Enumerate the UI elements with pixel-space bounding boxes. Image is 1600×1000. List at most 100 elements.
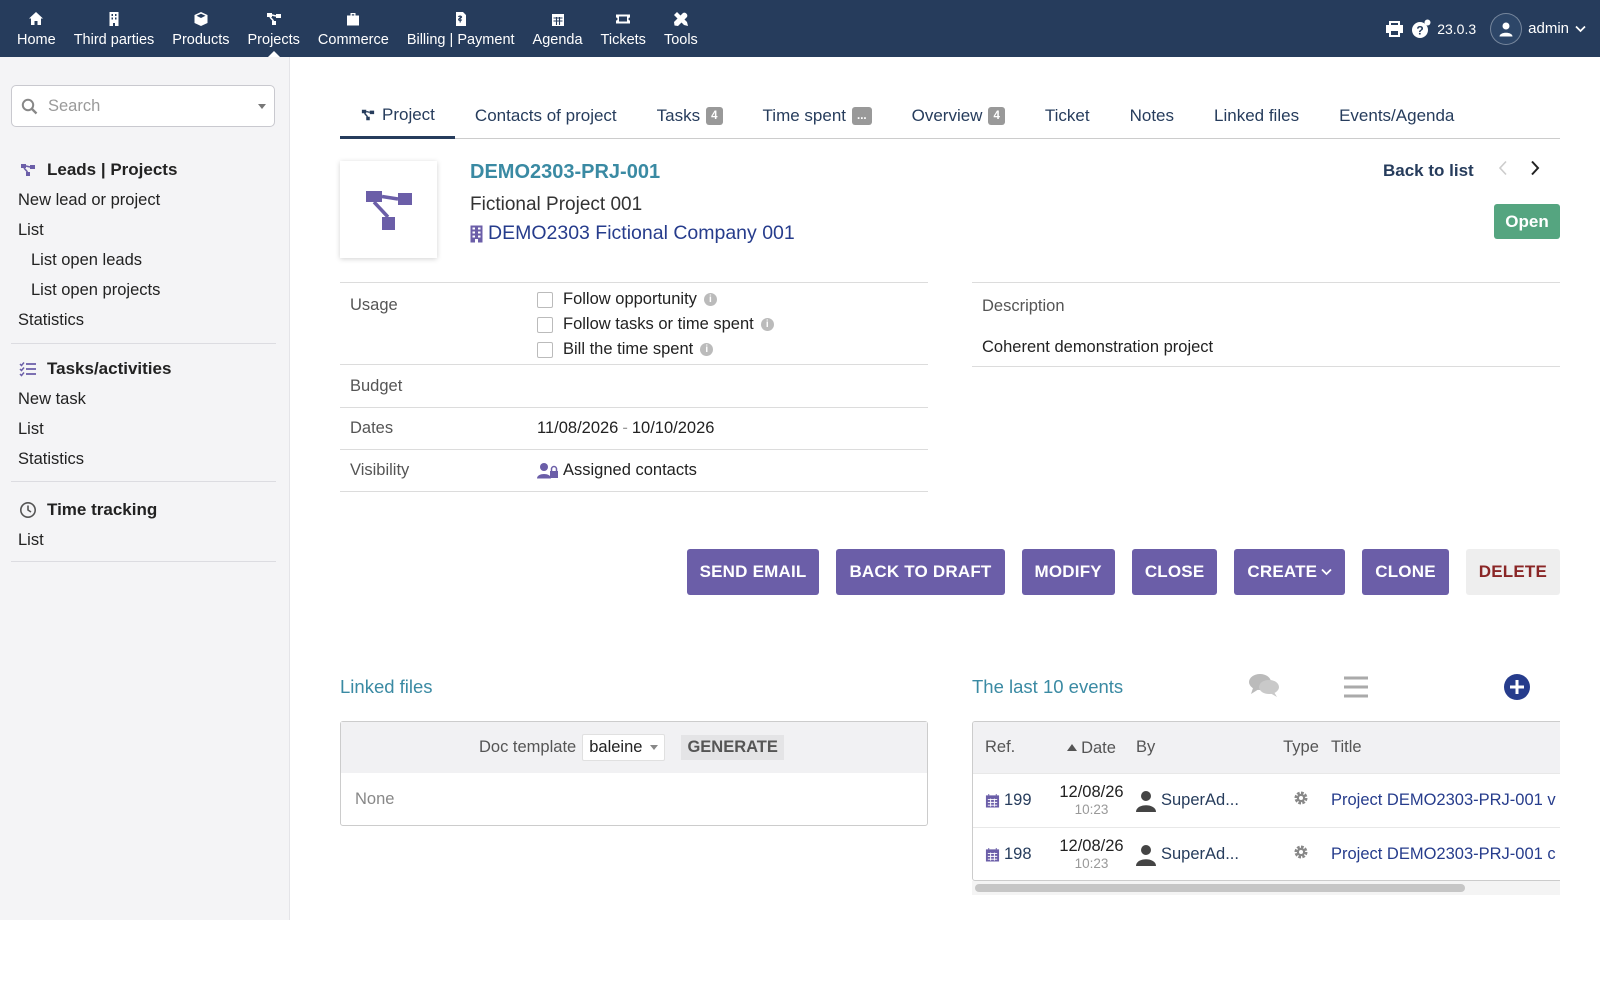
date-end: 10/10/2026 (631, 419, 715, 437)
sidebar-item-new-lead[interactable]: New lead or project (11, 185, 276, 215)
menu-tools[interactable]: Tools (655, 0, 707, 57)
checkbox[interactable] (537, 341, 553, 358)
project-icon (21, 164, 35, 176)
menu-billing[interactable]: Billing | Payment (398, 0, 524, 57)
menu-home[interactable]: Home (8, 0, 65, 57)
delete-button[interactable]: DELETE (1465, 549, 1560, 595)
back-to-draft-button[interactable]: BACK TO DRAFT (836, 549, 1005, 595)
create-dropdown-button[interactable]: CREATE (1234, 549, 1346, 595)
col-type[interactable]: Type (1271, 738, 1331, 757)
tab-contacts[interactable]: Contacts of project (455, 93, 637, 139)
sidebar-item-task-list[interactable]: List (11, 414, 276, 444)
tab-overview[interactable]: Overview 4 (892, 93, 1025, 139)
sidebar-item-statistics[interactable]: Statistics (11, 305, 276, 335)
menu-label: Home (17, 32, 56, 48)
events-title: The last 10 events (972, 676, 1124, 697)
action-buttons: SEND EMAIL BACK TO DRAFT MODIFY CLOSE CR… (670, 549, 1560, 595)
event-user-link[interactable]: SuperAd... (1136, 844, 1271, 866)
col-by[interactable]: By (1136, 738, 1271, 757)
company-link[interactable]: DEMO2303 Fictional Company 001 (470, 222, 795, 245)
tab-notes[interactable]: Notes (1110, 93, 1194, 139)
calendar-icon (551, 12, 564, 26)
event-ref-link[interactable]: 199 (973, 791, 1047, 810)
tab-events-agenda[interactable]: Events/Agenda (1319, 93, 1474, 139)
status-badge: Open (1494, 204, 1560, 239)
tab-project[interactable]: Project (340, 93, 455, 139)
box-icon (194, 12, 208, 26)
checkbox[interactable] (537, 291, 553, 308)
col-date[interactable]: Date (1047, 739, 1136, 757)
tab-linked-files[interactable]: Linked files (1194, 93, 1319, 139)
list-view-icon[interactable] (1343, 676, 1369, 698)
help-icon[interactable]: ? (1411, 19, 1431, 39)
sidebar-item-list-open-leads[interactable]: List open leads (11, 245, 276, 275)
left-sidebar: Search Leads | Projects New lead or proj… (0, 57, 290, 920)
event-ref-link[interactable]: 198 (973, 845, 1047, 864)
event-type (1271, 844, 1331, 865)
search-box[interactable]: Search (11, 85, 275, 127)
chevron-down-icon[interactable] (258, 103, 266, 109)
generate-button[interactable]: GENERATE (681, 735, 784, 760)
menu-tickets[interactable]: Tickets (592, 0, 655, 57)
project-fields-left: Usage Follow opportunity i Follow tasks o… (340, 282, 928, 492)
field-value: Assigned contacts (537, 461, 928, 480)
date-separator: - (622, 419, 628, 437)
send-email-button[interactable]: SEND EMAIL (686, 549, 820, 595)
events-table-header: Ref. Date By Type Title (973, 722, 1560, 773)
event-user-link[interactable]: SuperAd... (1136, 790, 1271, 812)
sidebar-item-list[interactable]: List (11, 215, 276, 245)
clone-button[interactable]: CLONE (1362, 549, 1449, 595)
sort-up-icon (1067, 744, 1078, 751)
sidebar-section-title[interactable]: Leads | Projects (11, 155, 276, 185)
tab-tasks[interactable]: Tasks 4 (637, 93, 743, 139)
user-menu-button[interactable]: admin (1490, 12, 1586, 45)
sidebar-item-new-task[interactable]: New task (11, 384, 276, 414)
invoice-icon (455, 12, 466, 26)
checkbox-label: Follow opportunity (563, 290, 697, 308)
tab-label: Time spent (762, 106, 847, 125)
sidebar-item-list-open-projects[interactable]: List open projects (11, 275, 276, 305)
tab-label: Project (382, 104, 435, 124)
col-ref[interactable]: Ref. (973, 738, 1047, 757)
field-label: Budget (350, 376, 403, 395)
menu-products[interactable]: Products (163, 0, 238, 57)
doc-template-select[interactable]: baleine (582, 734, 666, 761)
menu-third-parties[interactable]: Third parties (65, 0, 164, 57)
chevron-right-icon[interactable] (1530, 160, 1540, 176)
project-icon (266, 13, 281, 25)
checkbox-follow-opportunity[interactable]: Follow opportunity i (537, 287, 928, 312)
tab-label: Contacts of project (474, 106, 617, 125)
checkbox-follow-tasks[interactable]: Follow tasks or time spent i (537, 312, 928, 337)
messages-icon[interactable] (1248, 672, 1280, 698)
menu-commerce[interactable]: Commerce (309, 0, 398, 57)
sidebar-item-task-statistics[interactable]: Statistics (11, 444, 276, 474)
checkbox[interactable] (537, 316, 553, 333)
modify-button[interactable]: MODIFY (1021, 549, 1115, 595)
doc-template-label: Doc template (479, 738, 577, 756)
close-button[interactable]: CLOSE (1131, 549, 1218, 595)
project-ref[interactable]: DEMO2303-PRJ-001 (470, 161, 660, 184)
menu-agenda[interactable]: Agenda (524, 0, 592, 57)
print-icon[interactable] (1385, 20, 1404, 38)
add-event-icon[interactable] (1503, 673, 1531, 701)
event-title-link[interactable]: Project DEMO2303-PRJ-001 v (1331, 791, 1560, 810)
horizontal-scrollbar[interactable] (975, 884, 1465, 892)
visibility-value: Assigned contacts (563, 461, 697, 479)
event-date-value: 12/08/26 (1059, 782, 1124, 801)
col-title[interactable]: Title (1331, 738, 1560, 757)
sidebar-item-time-list[interactable]: List (11, 525, 276, 555)
sidebar-section-label: Leads | Projects (47, 160, 178, 179)
event-title-link[interactable]: Project DEMO2303-PRJ-001 c (1331, 845, 1560, 864)
back-to-list-link[interactable]: Back to list (1383, 161, 1474, 181)
col-label: Date (1081, 738, 1116, 757)
sidebar-section-title[interactable]: Tasks/activities (11, 354, 276, 384)
menu-label: Products (172, 32, 230, 48)
sidebar-section-title[interactable]: Time tracking (11, 495, 276, 525)
checkbox-bill-time[interactable]: Bill the time spent i (537, 337, 928, 362)
event-date: 12/08/26 10:23 (1047, 783, 1136, 819)
menu-projects[interactable]: Projects (239, 0, 309, 58)
tab-time-spent[interactable]: Time spent... (743, 93, 892, 139)
tab-ticket[interactable]: Ticket (1025, 93, 1110, 139)
checkbox-label: Follow tasks or time spent (563, 315, 754, 333)
chevron-left-icon[interactable] (1498, 160, 1508, 176)
